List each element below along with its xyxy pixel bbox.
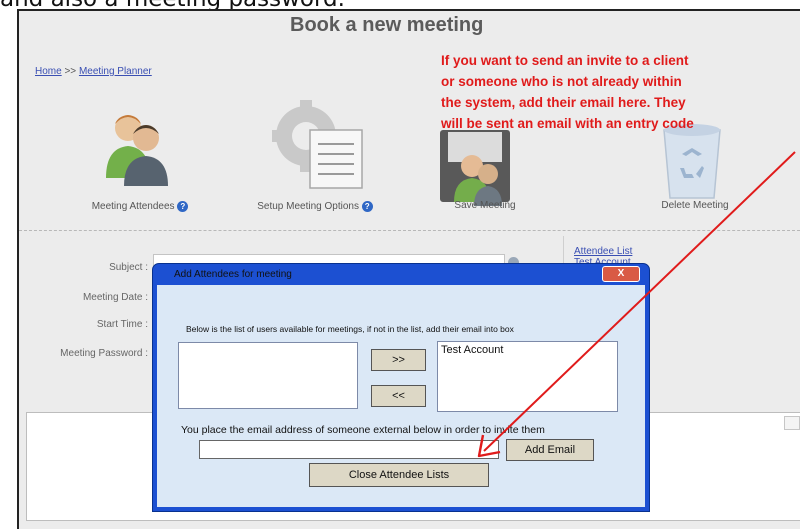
dialog-title: Add Attendees for meeting <box>174 269 292 280</box>
add-attendee-button[interactable]: >> <box>371 349 426 371</box>
meeting-attendees-tool[interactable]: Meeting Attendees ? <box>70 108 210 218</box>
annotation-line: the system, add their email here. They <box>441 95 686 110</box>
help-icon[interactable]: ? <box>361 201 373 212</box>
selected-attendees-list[interactable]: Test Account <box>437 341 618 412</box>
gear-document-icon <box>272 100 363 189</box>
annotation-line: will be sent an email with an entry code <box>441 116 694 131</box>
annotation-line: or someone who is not already within <box>441 74 682 89</box>
start-time-label: Start Time : <box>96 319 148 330</box>
dialog-close-button[interactable]: X <box>602 266 640 282</box>
setup-meeting-options-label: Setup Meeting Options <box>257 201 359 213</box>
breadcrumb: Home >> Meeting Planner <box>35 66 152 77</box>
users-icon <box>106 115 168 186</box>
setup-meeting-options-tool[interactable]: Setup Meeting Options ? <box>230 100 400 218</box>
available-users-list[interactable] <box>178 342 358 409</box>
breadcrumb-home-link[interactable]: Home <box>35 66 62 77</box>
breadcrumb-separator: >> <box>64 66 77 77</box>
breadcrumb-meeting-planner-link[interactable]: Meeting Planner <box>79 66 152 77</box>
meeting-password-label: Meeting Password : <box>60 348 148 359</box>
meeting-attendees-label: Meeting Attendees <box>91 201 175 213</box>
remove-attendee-button[interactable]: << <box>371 385 426 407</box>
subject-label: Subject : <box>109 262 148 273</box>
meeting-date-label: Meeting Date : <box>82 292 148 303</box>
save-meeting-tool[interactable]: Save Meeting <box>430 130 540 215</box>
delete-meeting-label: Delete Meeting <box>661 200 729 211</box>
divider <box>19 230 800 231</box>
annotation-line: If you want to send an invite to a clien… <box>441 53 689 68</box>
help-icon[interactable]: ? <box>177 201 189 212</box>
annotation-callout: If you want to send an invite to a clien… <box>441 50 800 134</box>
external-email-input[interactable] <box>199 440 499 459</box>
editor-scrollbar[interactable] <box>784 416 800 430</box>
add-email-button[interactable]: Add Email <box>506 439 594 461</box>
selected-attendee-item[interactable]: Test Account <box>438 342 617 358</box>
dialog-instructions: Below is the list of users available for… <box>186 324 514 334</box>
close-attendee-lists-button[interactable]: Close Attendee Lists <box>309 463 489 487</box>
save-meeting-icon <box>440 130 510 206</box>
external-email-label: You place the email address of someone e… <box>181 424 545 436</box>
page-title: Book a new meeting <box>290 14 484 36</box>
attendee-list-link[interactable]: Attendee List <box>574 246 632 257</box>
save-meeting-label: Save Meeting <box>454 200 516 211</box>
delete-meeting-tool[interactable]: Delete Meeting <box>630 120 760 215</box>
